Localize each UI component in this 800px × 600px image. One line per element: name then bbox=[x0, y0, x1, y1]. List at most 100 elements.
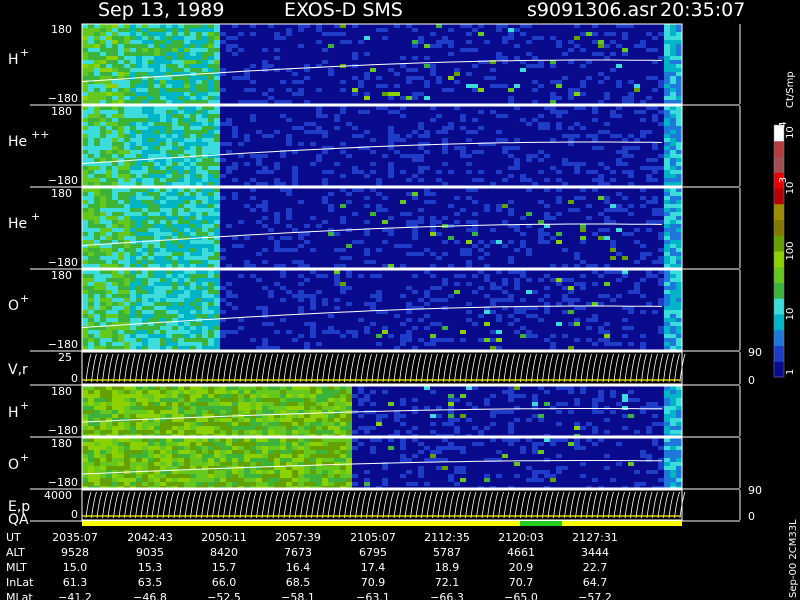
spectrogram-cell bbox=[304, 174, 310, 178]
spectrogram-cell bbox=[664, 174, 670, 178]
spectrogram-cell bbox=[598, 36, 604, 40]
spectrogram-cell bbox=[274, 106, 280, 110]
spectrogram-cell bbox=[658, 52, 664, 56]
spectrogram-cell bbox=[322, 28, 328, 32]
spectrogram-cell bbox=[454, 138, 460, 142]
spectrogram-cell bbox=[352, 216, 358, 220]
spectrogram-cell bbox=[388, 100, 394, 104]
spectrogram-cell bbox=[346, 126, 352, 130]
spectrogram-cell bbox=[238, 76, 244, 80]
spectrogram-cell bbox=[346, 142, 352, 146]
spectrogram-cell bbox=[262, 130, 268, 134]
spectrogram-cell bbox=[430, 182, 436, 186]
spectrogram-cell bbox=[628, 150, 634, 154]
spectrogram-cell bbox=[310, 44, 316, 48]
spectrogram-cell bbox=[472, 44, 478, 48]
spectrogram-cell bbox=[394, 92, 400, 96]
spectrogram-cell bbox=[502, 110, 508, 114]
spectrogram-cell bbox=[664, 44, 670, 48]
spectrogram-cell bbox=[262, 240, 268, 244]
spectrogram-cell bbox=[436, 76, 442, 80]
spectrogram-cell bbox=[538, 110, 544, 114]
spectrogram-cell bbox=[652, 174, 658, 178]
spectrogram-cell bbox=[352, 68, 358, 72]
spectrogram-cell bbox=[232, 64, 238, 68]
spectrogram-cell bbox=[346, 28, 352, 32]
spectrogram-cell bbox=[184, 158, 190, 162]
spectrogram-cell bbox=[358, 158, 364, 162]
spectrogram-cell bbox=[472, 40, 478, 44]
spectrogram-cell bbox=[670, 96, 676, 100]
spectrogram-cell bbox=[310, 114, 316, 118]
spectrogram-cell bbox=[334, 88, 340, 92]
spectrogram-cell bbox=[106, 40, 112, 44]
spectrogram-cell bbox=[496, 174, 502, 178]
spectrogram-cell bbox=[262, 52, 268, 56]
spectrogram-cell bbox=[592, 114, 598, 118]
spectrogram-cell bbox=[280, 260, 286, 264]
spectrogram-cell bbox=[82, 64, 88, 68]
spectrogram-cell bbox=[340, 40, 346, 44]
spectrogram-cell bbox=[592, 68, 598, 72]
spectrogram-cell bbox=[100, 196, 106, 200]
spectrogram-cell bbox=[358, 216, 364, 220]
spectrogram-cell bbox=[316, 244, 322, 248]
spectrogram-cell bbox=[148, 174, 154, 178]
spectrogram-cell bbox=[400, 178, 406, 182]
spectrogram-cell bbox=[490, 32, 496, 36]
spectrogram-cell bbox=[208, 60, 214, 64]
spectrogram-cell bbox=[628, 126, 634, 130]
spectrogram-cell bbox=[400, 36, 406, 40]
spectrogram-cell bbox=[334, 56, 340, 60]
spectrogram-cell bbox=[496, 182, 502, 186]
spectrogram-cell bbox=[328, 122, 334, 126]
spectrogram-cell bbox=[166, 60, 172, 64]
spectrogram-cell bbox=[250, 100, 256, 104]
spectrogram-cell bbox=[190, 244, 196, 248]
spectrogram-cell bbox=[328, 76, 334, 80]
spectrogram-cell bbox=[580, 142, 586, 146]
spectrogram-cell bbox=[322, 24, 328, 28]
spectrogram-cell bbox=[652, 106, 658, 110]
spectrogram-cell bbox=[154, 52, 160, 56]
spectrogram-cell bbox=[208, 84, 214, 88]
spectrogram-cell bbox=[208, 76, 214, 80]
spectrogram-cell bbox=[556, 170, 562, 174]
spectrogram-cell bbox=[292, 158, 298, 162]
spectrogram-cell bbox=[430, 92, 436, 96]
spectrogram-cell bbox=[598, 170, 604, 174]
spectrogram-cell bbox=[538, 68, 544, 72]
spectrogram-cell bbox=[184, 216, 190, 220]
spectrogram-cell bbox=[316, 232, 322, 236]
spectrogram-cell bbox=[298, 60, 304, 64]
spectrogram-cell bbox=[430, 48, 436, 52]
spectrogram-cell bbox=[376, 84, 382, 88]
spectrogram-cell bbox=[382, 106, 388, 110]
spectrogram-cell bbox=[160, 84, 166, 88]
spectrogram-cell bbox=[106, 56, 112, 60]
spectrogram-cell bbox=[274, 240, 280, 244]
spectrogram-cell bbox=[298, 110, 304, 114]
spectrogram-cell bbox=[322, 142, 328, 146]
spectrogram-cell bbox=[142, 196, 148, 200]
spectrogram-cell bbox=[268, 174, 274, 178]
spectrogram-cell bbox=[664, 28, 670, 32]
spectrogram-cell bbox=[196, 240, 202, 244]
spectrogram-cell bbox=[340, 92, 346, 96]
spectrogram-cell bbox=[634, 40, 640, 44]
spectrogram-cell bbox=[286, 162, 292, 166]
spectrogram-cell bbox=[274, 32, 280, 36]
spectrogram-cell bbox=[130, 150, 136, 154]
spectrogram-cell bbox=[292, 56, 298, 60]
spectrogram-cell bbox=[394, 36, 400, 40]
spectrogram-cell bbox=[334, 118, 340, 122]
spectrogram-cell bbox=[658, 122, 664, 126]
spectrogram-cell bbox=[382, 24, 388, 28]
spectrogram-cell bbox=[268, 154, 274, 158]
spectrogram-cell bbox=[478, 106, 484, 110]
spectrogram-cell bbox=[370, 130, 376, 134]
spectrogram-cell bbox=[532, 32, 538, 36]
spectrogram-cell bbox=[658, 162, 664, 166]
spectrogram-cell bbox=[502, 56, 508, 60]
spectrogram-cell bbox=[412, 76, 418, 80]
